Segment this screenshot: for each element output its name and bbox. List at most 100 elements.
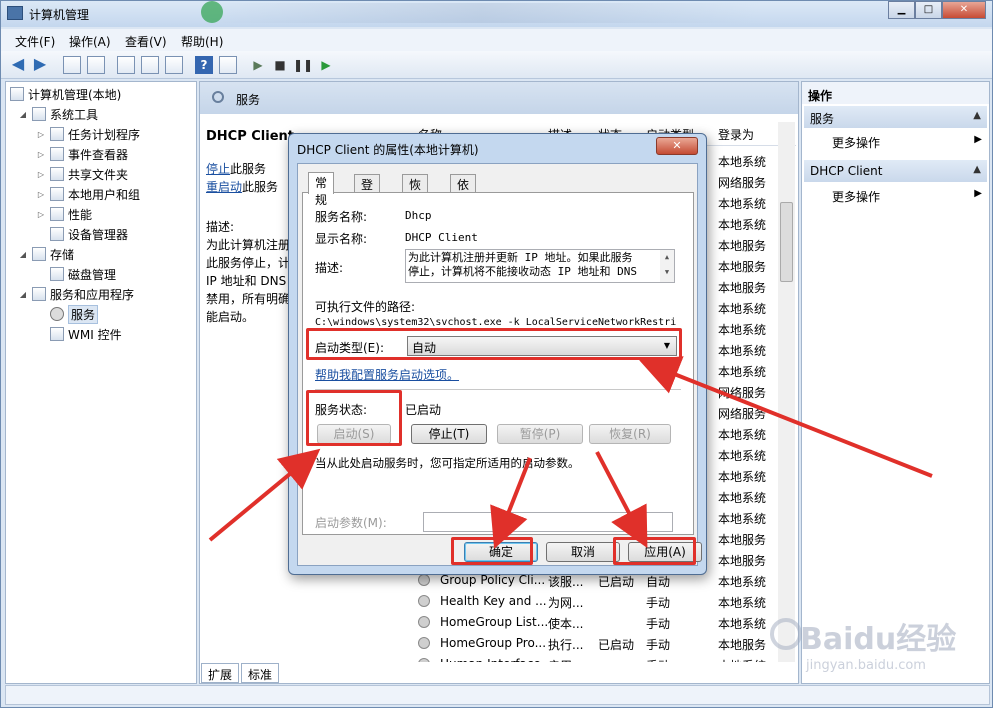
service-status-cell: 已启动 (598, 575, 635, 589)
table-row[interactable]: HomeGroup List... 使本... 手动 本地系统 (410, 612, 796, 633)
title-bar: 计算机管理 ▁ □ ✕ (1, 1, 992, 27)
actions-section-services[interactable]: 服务 ▲ (804, 106, 987, 128)
gear-icon (418, 574, 430, 586)
close-button[interactable]: ✕ (942, 1, 986, 19)
service-logon-cell: 本地系统 (718, 491, 767, 505)
table-row[interactable]: Health Key and ... 为网... 手动 本地系统 (410, 591, 796, 612)
stop-button[interactable]: 停止(T) (411, 424, 487, 444)
list-scrollbar[interactable] (778, 122, 795, 662)
tab-recovery[interactable]: 恢复 (402, 174, 429, 209)
refresh-icon[interactable] (141, 56, 159, 74)
tab-dependencies[interactable]: 依存关系 (450, 174, 477, 243)
tree-storage[interactable]: ◢ 存储 (18, 245, 74, 263)
dialog-close-button[interactable]: ✕ (656, 137, 698, 155)
device-manager-icon (50, 227, 64, 241)
service-status-value: 已启动 (405, 403, 442, 417)
console-tree-icon[interactable] (87, 56, 105, 74)
maximize-button[interactable]: □ (915, 1, 942, 19)
more-actions-services[interactable]: 更多操作 ▶ (832, 134, 982, 151)
menu-view[interactable]: 查看(V) (125, 33, 167, 50)
service-logon-cell: 本地系统 (718, 365, 767, 379)
expand-icon[interactable]: ▷ (36, 150, 46, 159)
menu-bar: 文件(F) 操作(A) 查看(V) 帮助(H) (1, 29, 992, 51)
forward-arrow-icon[interactable]: ▶ (31, 56, 49, 74)
tab-logon[interactable]: 登录 (354, 174, 381, 209)
scrollbar-thumb[interactable] (780, 202, 793, 282)
service-logon-cell: 本地系统 (718, 512, 767, 526)
collapse-icon[interactable]: ◢ (18, 250, 28, 259)
startup-type-select[interactable]: 自动 ▼ (407, 336, 677, 356)
description-textbox[interactable]: 为此计算机注册并更新 IP 地址。如果此服务 停止，计算机将不能接收动态 IP … (405, 249, 675, 283)
tree-system-tools[interactable]: ◢ 系统工具 (18, 105, 98, 123)
tree-local-users[interactable]: ▷ 本地用户和组 (36, 185, 140, 203)
expand-icon[interactable]: ▷ (36, 210, 46, 219)
pause-service-icon[interactable]: ❚❚ (293, 56, 313, 74)
tab-extended[interactable]: 扩展 (201, 663, 240, 683)
tab-general[interactable]: 常规 (308, 172, 335, 207)
properties-icon[interactable] (117, 56, 135, 74)
start-params-label: 启动参数(M): (315, 516, 387, 530)
menu-help[interactable]: 帮助(H) (181, 33, 223, 50)
start-params-input[interactable] (423, 512, 673, 532)
tree-performance[interactable]: ▷ 性能 (36, 205, 92, 223)
menu-action[interactable]: 操作(A) (69, 33, 111, 50)
expand-icon[interactable]: ▷ (36, 170, 46, 179)
service-logon-cell: 本地系统 (718, 302, 767, 316)
actions-title: 操作 (802, 82, 989, 104)
restart-service-link[interactable]: 重启动 (206, 180, 242, 194)
up-folder-icon[interactable] (63, 56, 81, 74)
service-name-cell: Human Interface... (440, 657, 552, 662)
more-actions-dhcp[interactable]: 更多操作 ▶ (832, 188, 982, 205)
service-logon-cell: 本地系统 (718, 575, 767, 589)
exe-path-label: 可执行文件的路径: (315, 300, 416, 314)
gear-icon (418, 658, 430, 662)
tree-wmi[interactable]: WMI 控件 (50, 325, 122, 343)
apply-button[interactable]: 应用(A) (628, 542, 702, 562)
table-row[interactable]: HomeGroup Pro... 执行... 已启动 手动 本地服务 (410, 633, 796, 654)
view-tabs: 扩展 标准 (201, 663, 280, 683)
tree-services-apps[interactable]: ◢ 服务和应用程序 (18, 285, 134, 303)
resume-button[interactable]: 恢复(R) (589, 424, 671, 444)
show-hide-action-pane-icon[interactable] (219, 56, 237, 74)
description-line: 能启动。 (206, 310, 255, 324)
tree-root[interactable]: 计算机管理(本地) (10, 85, 121, 103)
service-desc-cell: 为网... (548, 596, 584, 610)
startup-help-link[interactable]: 帮助我配置服务启动选项。 (315, 366, 459, 383)
start-service-icon[interactable]: ▶ (249, 56, 267, 74)
stop-service-icon[interactable]: ■ (271, 56, 289, 74)
tree-event-viewer[interactable]: ▷ 事件查看器 (36, 145, 128, 163)
tree-shared-folders[interactable]: ▷ 共享文件夹 (36, 165, 128, 183)
pause-button[interactable]: 暂停(P) (497, 424, 583, 444)
stop-service-link[interactable]: 停止 (206, 162, 230, 176)
restart-service-icon[interactable]: ▶ (317, 56, 335, 74)
tree-disk-management[interactable]: 磁盘管理 (50, 265, 116, 283)
actions-section-dhcp[interactable]: DHCP Client ▲ (804, 160, 987, 182)
minimize-button[interactable]: ▁ (888, 1, 915, 19)
tree-services[interactable]: 服务 (50, 304, 99, 324)
column-logon-as[interactable]: 登录为 (718, 126, 754, 143)
tab-standard[interactable]: 标准 (241, 663, 280, 683)
collapse-icon[interactable]: ◢ (18, 290, 28, 299)
tree-device-manager[interactable]: 设备管理器 (50, 225, 128, 243)
table-row[interactable]: Human Interface...启用... 手动 本地系统 (410, 654, 796, 662)
expand-icon[interactable]: ▷ (36, 130, 46, 139)
expand-icon[interactable]: ▷ (36, 190, 46, 199)
service-startup-cell: 自动 (646, 575, 671, 589)
startup-type-label: 启动类型(E): (315, 341, 384, 355)
description-scrollbar[interactable]: ▲ ▼ (660, 250, 674, 282)
ok-button[interactable]: 确定 (464, 542, 538, 562)
display-name-value: DHCP Client (405, 231, 478, 244)
start-button[interactable]: 启动(S) (317, 424, 391, 444)
menu-file[interactable]: 文件(F) (15, 33, 55, 50)
toolbar: ◀ ▶ ? ▶ ■ ❚❚ ▶ (1, 51, 992, 79)
service-logon-cell: 本地系统 (718, 428, 767, 442)
watermark-brand: Baidu经验 (800, 622, 957, 657)
cancel-button[interactable]: 取消 (546, 542, 620, 562)
tree-task-scheduler[interactable]: ▷ 任务计划程序 (36, 125, 140, 143)
help-icon[interactable]: ? (195, 56, 213, 74)
collapse-icon[interactable]: ◢ (18, 110, 28, 119)
back-arrow-icon[interactable]: ◀ (9, 56, 27, 74)
users-icon (50, 187, 64, 201)
export-list-icon[interactable] (165, 56, 183, 74)
description-label: 描述: (206, 220, 235, 234)
